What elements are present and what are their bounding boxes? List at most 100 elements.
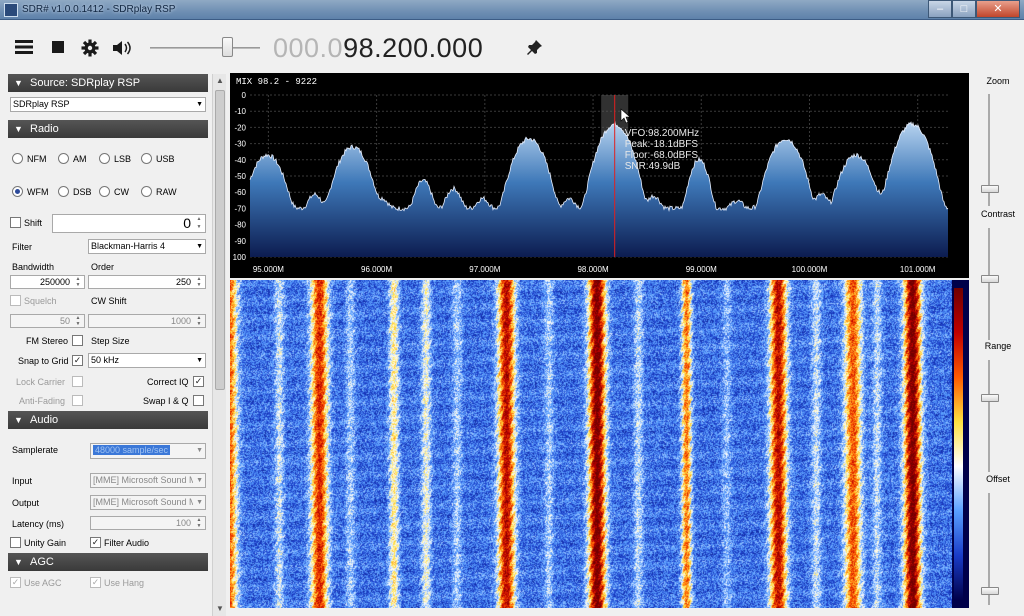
checkbox[interactable] (10, 295, 21, 306)
checkbox[interactable] (72, 335, 83, 346)
collapse-triangle-icon: ▼ (14, 557, 23, 567)
spectrum-plot[interactable]: 0 -10 -20 -30 -40 -50 -60 -70 -80 -90 100 95.000M 96… (230, 73, 969, 278)
lock-carrier-checkbox[interactable] (72, 376, 83, 387)
mode-radio-nfm[interactable]: NFM (12, 153, 47, 164)
squelch-input[interactable]: 50 ▲ ▼ (10, 314, 85, 328)
spectrum-analyzer[interactable]: 0 -10 -20 -30 -40 -50 -60 -70 -80 -90 100 95.000M 96… (230, 73, 969, 278)
radio-section-header[interactable]: ▼ Radio (8, 120, 208, 138)
radio-button[interactable] (141, 153, 152, 164)
mode-radio-cw[interactable]: CW (99, 186, 129, 197)
shift-value-input[interactable]: 0 ▲ ▼ (52, 214, 206, 233)
contrast-slider-track[interactable] (988, 228, 990, 340)
mode-radio-raw[interactable]: RAW (141, 186, 177, 197)
latency-label: Latency (ms) (12, 519, 65, 529)
audio-section-header[interactable]: ▼ Audio (8, 411, 208, 429)
correct-iq-checkbox[interactable]: ✓ (193, 376, 204, 387)
snap-to-grid-checkbox[interactable]: ✓ (72, 355, 83, 366)
checkbox-checked[interactable]: ✓ (193, 376, 204, 387)
step-size-select[interactable]: 50 kHz ▼ (88, 353, 206, 368)
agc-section-header[interactable]: ▼ AGC (8, 553, 208, 571)
unity-gain-checkbox[interactable]: Unity Gain (10, 537, 66, 548)
stop-icon[interactable] (48, 39, 68, 59)
checkbox[interactable] (10, 537, 21, 548)
volume-slider-track[interactable] (150, 47, 260, 49)
filter-select[interactable]: Blackman-Harris 4 ▼ (88, 239, 206, 254)
use-hang-label: Use Hang (104, 577, 145, 588)
use-hang-checkbox[interactable]: ✓ Use Hang (90, 577, 144, 588)
order-label: Order (91, 262, 115, 272)
latency-input[interactable]: 100 ▲ ▼ (90, 516, 206, 530)
squelch-checkbox[interactable]: Squelch (10, 295, 57, 306)
audio-input-select[interactable]: [MME] Microsoft Sound Mapper - Input▼ (90, 473, 206, 488)
spinner-arrows-icon[interactable]: ▲ ▼ (194, 215, 204, 232)
minimize-button[interactable]: – (928, 0, 952, 18)
range-slider-thumb[interactable] (981, 394, 999, 402)
y-tick-label: -60 (234, 188, 246, 197)
checkbox-checked[interactable]: ✓ (10, 577, 21, 588)
mode-radio-am[interactable]: AM (58, 153, 87, 164)
frequency-digits[interactable]: 98.200.000 (343, 33, 483, 63)
checkbox-checked[interactable]: ✓ (72, 355, 83, 366)
scroll-up-icon[interactable]: ▲ (214, 76, 226, 88)
gear-icon[interactable] (80, 39, 100, 59)
squelch-label: Squelch (24, 295, 57, 306)
checkbox[interactable] (72, 376, 83, 387)
audio-output-select[interactable]: [MME] Microsoft Sound Mapper - Output▼ (90, 495, 206, 510)
close-button[interactable]: ✕ (976, 0, 1020, 18)
waterfall-display[interactable] (230, 280, 969, 608)
scrollbar-thumb[interactable] (215, 90, 225, 390)
swap-iq-checkbox[interactable] (193, 395, 204, 406)
pin-icon[interactable] (527, 39, 543, 60)
spinner-arrows-icon[interactable]: ▲ ▼ (194, 276, 204, 288)
radio-button[interactable] (99, 153, 110, 164)
radio-button[interactable] (141, 186, 152, 197)
panel-scrollbar[interactable]: ▲ ▼ (212, 74, 226, 616)
cw-shift-input[interactable]: 1000 ▲ ▼ (88, 314, 206, 328)
spinner-arrows-icon[interactable]: ▲ ▼ (194, 315, 204, 327)
spinner-arrows-icon[interactable]: ▲ ▼ (194, 517, 204, 529)
source-device-select[interactable]: SDRplay RSP ▼ (10, 97, 206, 112)
checkbox[interactable] (10, 217, 21, 228)
mode-label: USB (156, 153, 175, 164)
source-section-header[interactable]: ▼ Source: SDRplay RSP (8, 74, 208, 92)
frequency-leading-digits[interactable]: 000.0 (273, 33, 343, 63)
x-tick-label: 100.000M (792, 265, 828, 274)
mode-radio-wfm[interactable]: WFM (12, 186, 49, 197)
checkbox[interactable] (193, 395, 204, 406)
radio-button[interactable] (58, 153, 69, 164)
hamburger-icon[interactable] (14, 39, 34, 59)
scroll-down-icon[interactable]: ▼ (214, 604, 226, 616)
mode-radio-usb[interactable]: USB (141, 153, 175, 164)
maximize-button[interactable]: □ (952, 0, 976, 18)
filter-audio-checkbox[interactable]: ✓ Filter Audio (90, 537, 149, 548)
mode-radio-lsb[interactable]: LSB (99, 153, 131, 164)
offset-slider-thumb[interactable] (981, 587, 999, 595)
frequency-display[interactable]: 000.098.200.000 (273, 33, 483, 63)
step-size-label: Step Size (91, 336, 130, 346)
checkbox[interactable] (72, 395, 83, 406)
samplerate-select[interactable]: 48000 sample/sec ▼ (90, 443, 206, 459)
volume-slider-thumb[interactable] (222, 37, 233, 57)
anti-fading-checkbox[interactable] (72, 395, 83, 406)
checkbox-checked[interactable]: ✓ (90, 577, 101, 588)
radio-button-selected[interactable] (12, 186, 23, 197)
speaker-icon[interactable] (112, 39, 132, 59)
waterfall-canvas[interactable] (230, 280, 952, 608)
audio-header-label: Audio (30, 414, 59, 426)
radio-button[interactable] (12, 153, 23, 164)
zoom-slider-thumb[interactable] (981, 185, 999, 193)
zoom-label: Zoom (986, 76, 1010, 86)
radio-button[interactable] (58, 186, 69, 197)
use-agc-checkbox[interactable]: ✓ Use AGC (10, 577, 62, 588)
bandwidth-input[interactable]: 250000 ▲ ▼ (10, 275, 85, 289)
order-input[interactable]: 250 ▲ ▼ (88, 275, 206, 289)
radio-button[interactable] (99, 186, 110, 197)
checkbox-checked[interactable]: ✓ (90, 537, 101, 548)
mode-radio-dsb[interactable]: DSB (58, 186, 92, 197)
spinner-arrows-icon[interactable]: ▲ ▼ (73, 315, 83, 327)
contrast-slider-thumb[interactable] (981, 275, 999, 283)
fm-stereo-checkbox[interactable] (72, 335, 83, 346)
range-slider-track[interactable] (988, 360, 990, 472)
spinner-arrows-icon[interactable]: ▲ ▼ (73, 276, 83, 288)
shift-checkbox[interactable]: Shift (10, 217, 42, 228)
